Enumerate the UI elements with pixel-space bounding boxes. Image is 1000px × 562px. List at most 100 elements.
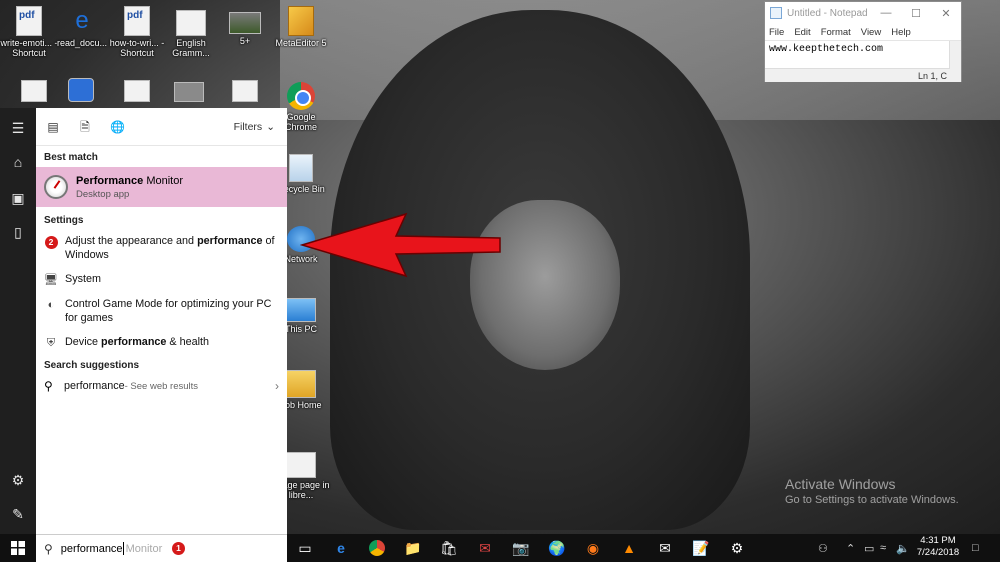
maximize-icon[interactable]: ☐ <box>901 7 931 20</box>
notification-icon[interactable]: □ <box>972 534 979 562</box>
notepad-window[interactable]: Untitled - Notepad — ☐ ✕ File Edit Forma… <box>764 1 962 82</box>
settings-item-game-mode[interactable]: ◐ Control Game Mode for optimizing your … <box>36 291 287 329</box>
notepad-taskbar-icon[interactable]: 📝 <box>690 538 712 558</box>
search-icon: ⚲ <box>44 379 53 393</box>
desktop-icon[interactable]: MetaEditor 5 <box>272 6 330 48</box>
mail-icon[interactable]: ✉ <box>654 538 676 558</box>
notepad-text[interactable]: www.keepthetech.com <box>765 41 961 58</box>
desktop-icon[interactable] <box>216 80 274 104</box>
document-icon <box>176 10 206 36</box>
label-pre: Device <box>65 336 102 348</box>
maps-icon[interactable]: 🌍 <box>546 538 568 558</box>
desktop-icon[interactable]: e read_docu... <box>53 6 111 48</box>
vertical-scrollbar[interactable] <box>949 41 961 69</box>
cursor-position: Ln 1, C <box>917 70 947 81</box>
notepad-editor[interactable]: www.keepthetech.com <box>765 40 961 69</box>
best-match-name-bold: Performance <box>76 174 144 187</box>
desktop-icon[interactable]: write-emoti... - Shortcut <box>0 6 58 58</box>
document-icon <box>124 80 150 102</box>
documents-scope-icon[interactable]: 🗎 <box>78 120 92 134</box>
search-box[interactable]: ⚲ performance Monitor 1 <box>36 534 287 562</box>
desktop-icon[interactable] <box>52 78 110 104</box>
vlc-icon[interactable]: ▲ <box>618 538 640 558</box>
settings-item-system[interactable]: 🖥 System <box>36 266 287 291</box>
notepad-titlebar[interactable]: Untitled - Notepad — ☐ ✕ <box>765 2 961 24</box>
label-post: & health <box>166 336 210 348</box>
chevron-right-icon[interactable]: › <box>275 379 279 393</box>
people-icon[interactable]: ⚇ <box>818 534 828 562</box>
folder-icon <box>286 370 316 398</box>
clock-date: 7/24/2018 <box>916 547 960 558</box>
minimize-icon[interactable]: — <box>871 7 901 19</box>
search-results-panel: ▤ 🗎 🌐 Filters ⌄ Best match Performance M… <box>36 108 287 534</box>
desktop-icon-label: English Gramm... <box>172 38 210 58</box>
desktop-icon-label: read_docu... <box>56 38 108 48</box>
watermark-subtitle: Go to Settings to activate Windows. <box>785 494 959 506</box>
gear-icon[interactable]: ⚙ <box>0 464 36 496</box>
shield-icon: ⛨ <box>46 337 56 349</box>
filters-dropdown[interactable]: Filters ⌄ <box>234 121 275 133</box>
tower-icon[interactable]: ▯ <box>0 216 36 248</box>
web-suggestion-item[interactable]: ⚲ performance - See web results › <box>36 375 287 397</box>
desktop-icon-label: MetaEditor 5 <box>275 38 327 48</box>
desktop-icon[interactable]: how-to-wri... - Shortcut <box>108 6 166 58</box>
home-icon[interactable]: ⌂ <box>0 146 36 178</box>
desktop-icon-label: Google Chrome <box>284 112 317 132</box>
desktop-icon[interactable] <box>160 82 218 104</box>
feedback-icon[interactable]: ✎ <box>0 498 36 530</box>
mail-app-icon[interactable]: ✉ <box>474 538 496 558</box>
menu-view[interactable]: View <box>861 27 881 38</box>
watermark-title: Activate Windows <box>785 476 896 492</box>
label-bold: performance <box>197 235 263 247</box>
menu-edit[interactable]: Edit <box>794 27 810 38</box>
notepad-icon <box>770 7 782 19</box>
settings-item-label: Control Game Mode for optimizing your PC… <box>65 298 272 324</box>
activation-watermark: Activate Windows Go to Settings to activ… <box>785 476 959 506</box>
settings-item-label: Device performance & health <box>65 335 209 349</box>
chrome-taskbar-icon[interactable] <box>366 538 388 558</box>
menu-format[interactable]: Format <box>821 27 851 38</box>
close-icon[interactable]: ✕ <box>931 7 961 20</box>
settings-item-adjust-performance[interactable]: 2 Adjust the appearance and performance … <box>36 230 287 266</box>
windows-logo-icon <box>11 541 25 555</box>
wifi-icon[interactable]: ≈ <box>880 534 886 562</box>
volume-icon[interactable]: 🔈 <box>896 534 910 562</box>
desktop-icon-label: how-to-wri... - Shortcut <box>109 38 165 58</box>
step-1-badge: 1 <box>172 542 185 555</box>
settings-gear-icon[interactable]: ⚙ <box>726 538 748 558</box>
performance-monitor-icon <box>44 175 68 199</box>
label-bold: performance <box>101 336 167 348</box>
search-query[interactable]: performance <box>61 543 123 555</box>
red-arrow-annotation <box>300 212 501 278</box>
notebook-icon[interactable]: ▣ <box>0 182 36 214</box>
desktop-icon[interactable] <box>108 80 166 104</box>
filters-label: Filters <box>233 120 263 133</box>
notepad-title: Untitled - Notepad <box>787 7 868 19</box>
edge-icon[interactable]: e <box>330 538 352 558</box>
hamburger-icon[interactable]: ☰ <box>0 112 36 144</box>
taskbar-clock[interactable]: 4:31 PM 7/24/2018 <box>912 535 964 559</box>
desktop-icon-label: 5+ <box>239 36 251 46</box>
menu-file[interactable]: File <box>769 27 784 38</box>
battery-icon[interactable]: ▭ <box>864 534 874 562</box>
suggestion-term: performance <box>64 380 125 392</box>
apps-scope-icon[interactable]: ▤ <box>46 120 60 134</box>
clock-time: 4:31 PM <box>920 535 956 546</box>
desktop-icon[interactable]: English Gramm... <box>162 10 220 58</box>
monitor-icon: 🖥 <box>44 274 58 286</box>
recycle-bin-icon <box>289 154 313 182</box>
settings-heading: Settings <box>44 215 84 226</box>
start-button[interactable] <box>0 534 36 562</box>
web-scope-icon[interactable]: 🌐 <box>110 120 125 134</box>
chevron-up-icon[interactable]: ⌃ <box>846 534 855 562</box>
desktop-icon[interactable]: 5+ <box>216 12 274 46</box>
best-match-result[interactable]: Performance Monitor Desktop app <box>36 167 287 207</box>
settings-item-device-performance[interactable]: ⛨ Device performance & health <box>36 329 287 354</box>
firefox-icon[interactable]: ◉ <box>582 538 604 558</box>
menu-help[interactable]: Help <box>891 27 911 38</box>
notepad-menubar: File Edit Format View Help <box>765 24 961 40</box>
camera-icon[interactable]: 📷 <box>510 538 532 558</box>
file-explorer-icon[interactable]: 📁 <box>402 538 424 558</box>
task-view-icon[interactable]: ▭ <box>294 538 316 558</box>
store-icon[interactable]: 🛍 <box>438 538 460 558</box>
